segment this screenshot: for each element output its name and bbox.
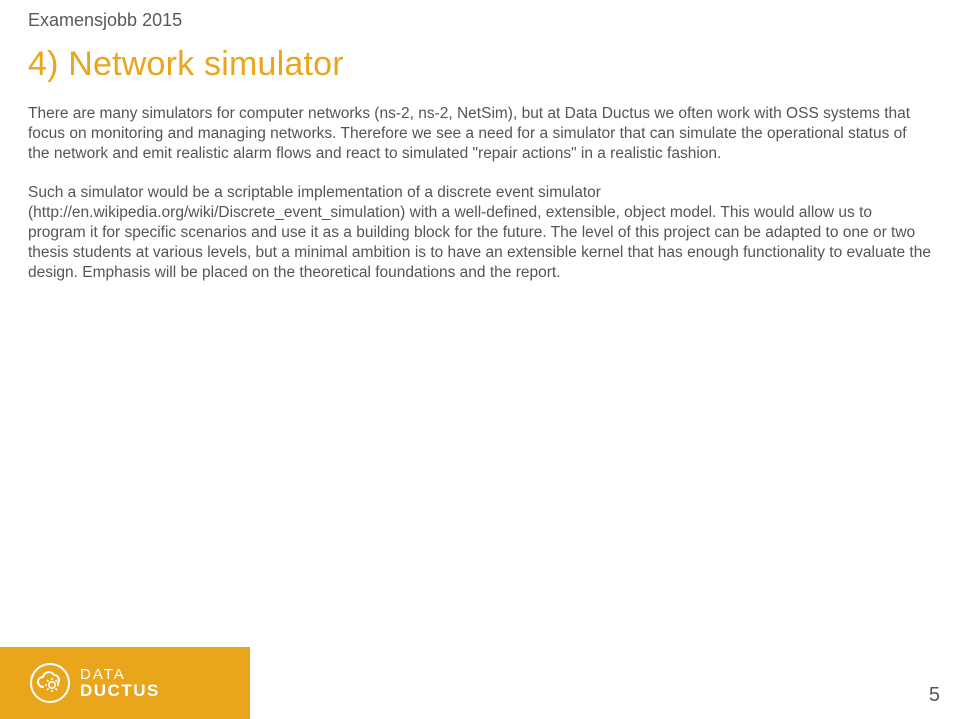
page-header-label: Examensjobb 2015 bbox=[28, 10, 932, 31]
page-number: 5 bbox=[929, 684, 940, 707]
paragraph-1: There are many simulators for computer n… bbox=[28, 104, 932, 163]
logo-text: DATA DUCTUS bbox=[80, 667, 160, 699]
paragraph-2: Such a simulator would be a scriptable i… bbox=[28, 183, 932, 282]
body-text: There are many simulators for computer n… bbox=[28, 104, 932, 283]
logo-line-1: DATA bbox=[80, 667, 160, 682]
document-page: Examensjobb 2015 4) Network simulator Th… bbox=[0, 0, 960, 719]
logo-line-2: DUCTUS bbox=[80, 682, 160, 699]
footer-bar: DATA DUCTUS bbox=[0, 647, 250, 719]
cloud-gear-icon bbox=[30, 663, 70, 703]
company-logo: DATA DUCTUS bbox=[30, 663, 160, 703]
section-title: 4) Network simulator bbox=[28, 45, 932, 84]
